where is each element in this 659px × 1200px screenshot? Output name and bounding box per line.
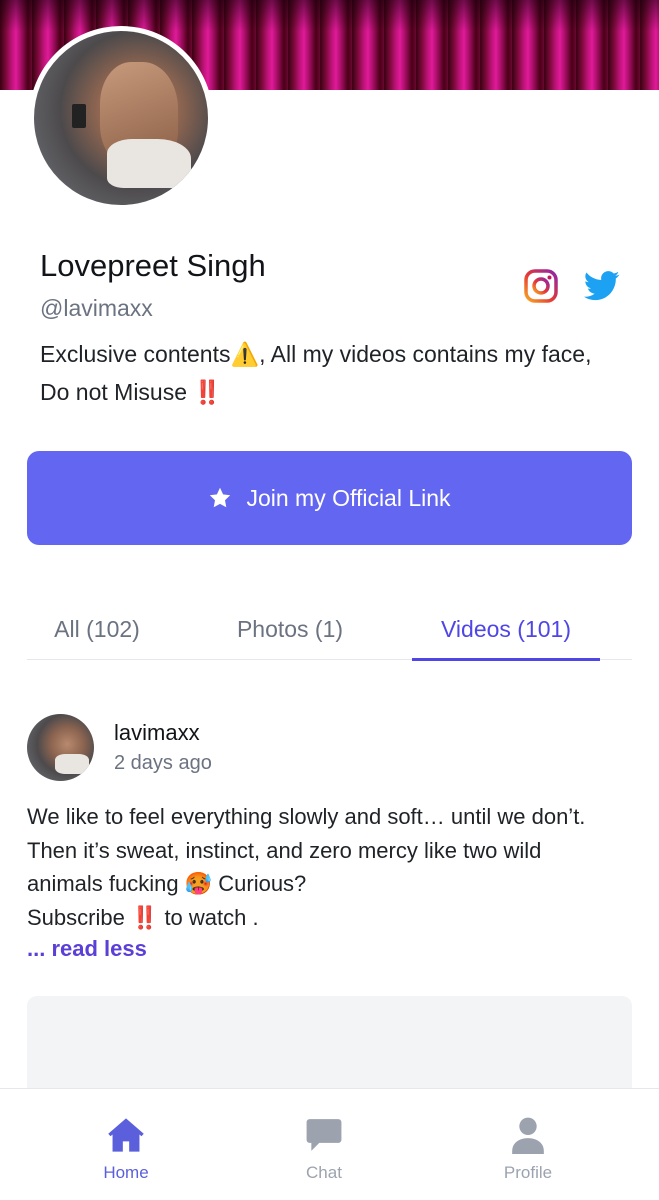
post-timestamp: 2 days ago [114, 752, 212, 774]
home-icon [106, 1115, 146, 1155]
star-icon [210, 487, 231, 508]
bottom-navigation: Home Chat Profile [0, 1088, 659, 1200]
chat-icon [304, 1115, 344, 1155]
nav-chat-label: Chat [306, 1163, 342, 1182]
instagram-icon[interactable] [521, 266, 561, 306]
twitter-icon[interactable] [582, 266, 622, 306]
profile-name: Lovepreet Singh [40, 248, 266, 283]
profile-handle: @lavimaxx [40, 295, 153, 321]
post-text: We like to feel everything slowly and so… [27, 804, 586, 930]
post-username[interactable]: lavimaxx [114, 720, 200, 746]
user-icon [508, 1115, 548, 1155]
nav-profile[interactable]: Profile [463, 1089, 593, 1200]
tab-photos[interactable]: Photos (1) [215, 598, 365, 660]
profile-bio: Exclusive contents⚠️, All my videos cont… [40, 341, 592, 405]
avatar-photo [34, 31, 208, 205]
nav-home[interactable]: Home [61, 1089, 191, 1200]
join-official-link-button[interactable]: Join my Official Link [27, 451, 632, 545]
read-less-link[interactable]: ... read less [27, 936, 147, 962]
profile-avatar[interactable] [29, 26, 213, 210]
nav-profile-label: Profile [503, 1163, 553, 1182]
content-tabs: All (102) Photos (1) Videos (101) [27, 598, 632, 661]
tab-all[interactable]: All (102) [27, 598, 167, 660]
post-avatar[interactable] [27, 714, 94, 781]
join-button-label: Join my Official Link [246, 484, 451, 511]
tab-videos[interactable]: Videos (101) [412, 598, 600, 661]
nav-home-label: Home [103, 1163, 149, 1182]
nav-chat[interactable]: Chat [259, 1089, 389, 1200]
